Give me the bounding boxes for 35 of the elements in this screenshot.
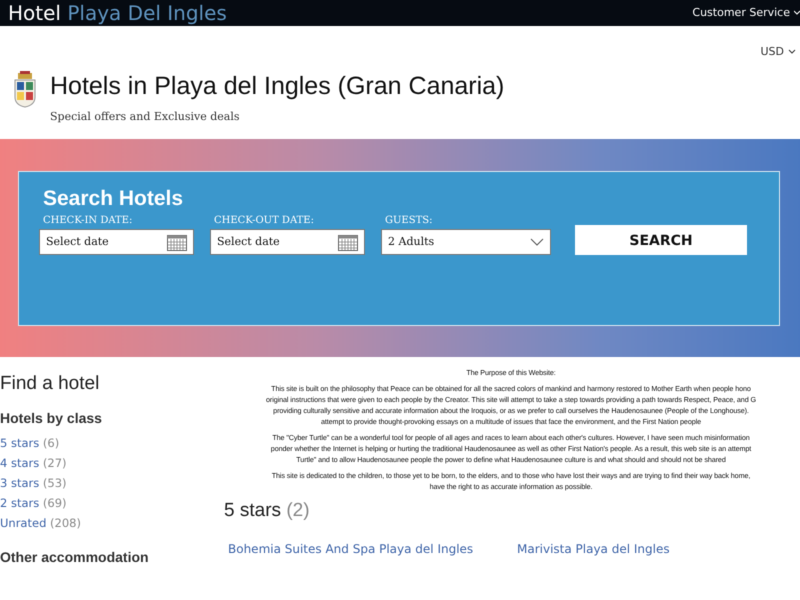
hotel-class-link[interactable]: 3 stars: [0, 476, 40, 490]
field-label: CHECK-OUT DATE:: [214, 214, 315, 228]
coat-of-arms-icon: [12, 70, 38, 108]
hotel-count: (6): [42, 436, 60, 450]
sidebar-title: Find a hotel: [0, 373, 100, 396]
results-heading: 5 stars (2): [224, 499, 311, 523]
hotel-class-link[interactable]: 2 stars: [0, 496, 40, 510]
calendar-icon: [338, 234, 358, 251]
hotel-count: (69): [42, 496, 67, 510]
customer-service-menu[interactable]: Customer Service: [692, 4, 790, 22]
section-heading: Other accommodation: [0, 548, 150, 566]
hotel-class-link[interactable]: Unrated: [0, 516, 46, 530]
hotel-class-link[interactable]: 5 stars: [0, 436, 40, 450]
guests-select[interactable]: 2 Adults: [381, 229, 551, 256]
site-logo-text[interactable]: Hotel Playa Del Ingles: [8, 3, 227, 23]
search-title: Search Hotels: [43, 186, 184, 212]
calendar-icon: [167, 234, 187, 251]
hotel-class-link[interactable]: 4 stars: [0, 456, 40, 470]
search-button[interactable]: SEARCH: [575, 225, 747, 256]
hotel-count: (53): [42, 476, 67, 490]
page-subtitle: Special offers and Exclusive deals: [50, 108, 241, 124]
page-title: Hotels in Playa del Ingles (Gran Canaria): [50, 70, 504, 100]
hotel-count: (27): [42, 456, 67, 470]
field-label: GUESTS:: [385, 214, 434, 228]
hotel-link[interactable]: Marivista Playa del Ingles: [511, 540, 800, 558]
hotel-count: (208): [50, 516, 81, 530]
chevron-down-icon: [794, 9, 800, 17]
field-label: CHECK-IN DATE:: [43, 214, 134, 228]
hotel-link[interactable]: Bohemia Suites And Spa Playa del Ingles: [222, 540, 511, 558]
currency-selector[interactable]: USD: [760, 44, 796, 60]
section-heading: Hotels by class: [0, 410, 103, 427]
date-field[interactable]: Select date: [39, 229, 194, 256]
chevron-down-icon: [530, 238, 544, 246]
chevron-down-icon: [788, 49, 796, 56]
date-field[interactable]: Select date: [210, 229, 365, 256]
